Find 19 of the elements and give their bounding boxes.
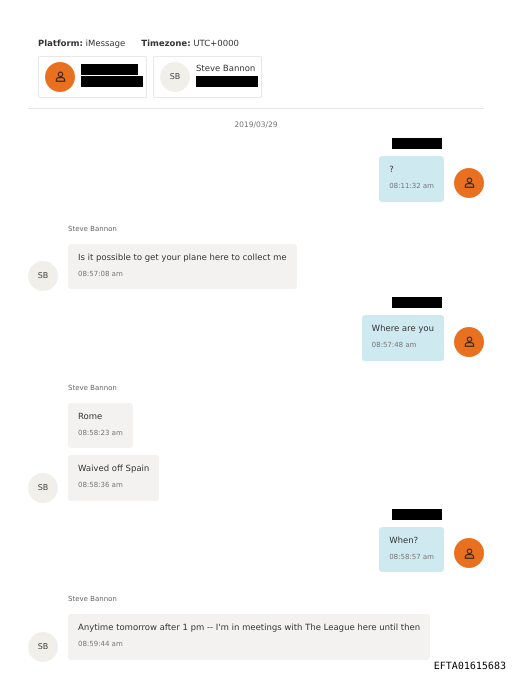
message-text: Anytime tomorrow after 1 pm -- I'm in meetings with The League here until then <box>78 623 420 634</box>
platform-label: Platform: iMessage <box>38 38 126 51</box>
timezone-label: Timezone: UTC+0000 <box>141 38 239 51</box>
person-icon <box>464 336 474 347</box>
initials-avatar: SB <box>28 261 58 291</box>
initials-avatar: SB <box>160 62 190 92</box>
message-text: When? <box>389 536 420 546</box>
participant-name: Steve Bannon <box>196 64 256 76</box>
initials-avatar: SB <box>28 472 58 502</box>
person-icon <box>54 71 66 82</box>
message-text: Waived off Spain <box>78 464 150 475</box>
document-id: EFTA01615683 <box>434 660 506 674</box>
message-text: ? <box>389 165 395 176</box>
message-text: Rome <box>78 412 104 422</box>
initials-avatar: SB <box>28 632 58 662</box>
message-text: Where are you <box>372 324 434 335</box>
person-icon <box>464 548 474 558</box>
message-text: Is it possible to get your plane here to collect me <box>78 252 287 264</box>
person-icon <box>464 177 474 188</box>
